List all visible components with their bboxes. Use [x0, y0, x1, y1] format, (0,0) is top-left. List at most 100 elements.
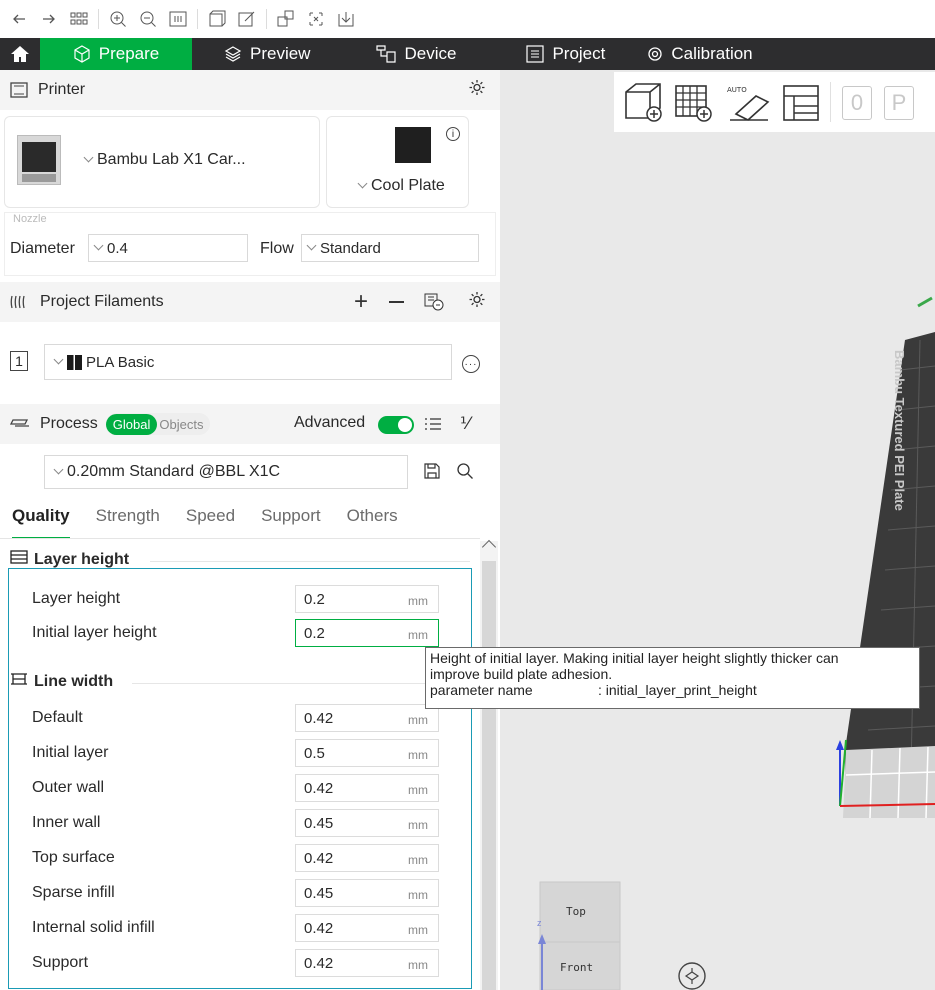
- filaments-section-title: Project Filaments: [40, 293, 164, 310]
- more-options-icon[interactable]: ···: [462, 355, 480, 373]
- arrange-layout-icon[interactable]: [778, 80, 824, 131]
- layers-icon: [224, 46, 242, 62]
- plate-p-button[interactable]: P: [884, 86, 914, 120]
- param-input[interactable]: 0.42 mm: [295, 949, 439, 977]
- advanced-switch[interactable]: [378, 416, 414, 434]
- param-unit: mm: [408, 628, 428, 642]
- scope-toggle[interactable]: Global Objects: [105, 413, 211, 435]
- add-filament-icon[interactable]: +: [354, 288, 368, 316]
- toolbar-divider: [98, 9, 99, 29]
- zoom-out-icon[interactable]: [137, 8, 159, 30]
- param-input[interactable]: 0.5 mm: [295, 739, 439, 767]
- scope-global[interactable]: Global: [105, 413, 158, 435]
- tab-prepare[interactable]: Prepare: [40, 38, 192, 70]
- tab-speed[interactable]: Speed: [186, 500, 235, 535]
- plate-zero-button[interactable]: 0: [842, 86, 872, 120]
- param-input[interactable]: 0.45 mm: [295, 879, 439, 907]
- toolbar-divider: [266, 9, 267, 29]
- tab-calibration[interactable]: Calibration: [633, 38, 766, 70]
- save-preset-icon[interactable]: [424, 463, 440, 484]
- arrow-right-icon[interactable]: [38, 8, 60, 30]
- param-unit: mm: [408, 853, 428, 867]
- tab-others[interactable]: Others: [347, 500, 398, 535]
- printer-settings-gear-icon[interactable]: [468, 79, 486, 102]
- printer-name-dropdown[interactable]: Bambu Lab X1 Car...: [83, 151, 246, 169]
- filament-sync-icon[interactable]: [424, 293, 444, 316]
- tab-support[interactable]: Support: [261, 500, 321, 535]
- tooltip-param-value: : initial_layer_print_height: [598, 682, 757, 698]
- printer-select-card[interactable]: Bambu Lab X1 Car...: [4, 116, 320, 208]
- arrange-icon[interactable]: [275, 8, 297, 30]
- param-row-layer-height: Layer height 0.2 mm: [32, 584, 442, 614]
- param-value: 0.45: [304, 884, 334, 902]
- param-input[interactable]: 0.42 mm: [295, 914, 439, 942]
- filament-index-badge[interactable]: 1: [10, 351, 28, 371]
- param-unit: mm: [408, 958, 428, 972]
- filament-settings-gear-icon[interactable]: [468, 291, 486, 314]
- fit-view-icon[interactable]: [167, 8, 189, 30]
- param-row-inner-wall: Inner wall 0.45 mm: [32, 808, 442, 838]
- compare-icon[interactable]: ⅟: [460, 414, 470, 434]
- process-section-header: Process Global Objects Advanced ⅟: [0, 404, 500, 444]
- param-label: Initial layer: [32, 744, 109, 761]
- plate-edge-marker: [917, 296, 933, 308]
- process-preset-dropdown[interactable]: 0.20mm Standard @BBL X1C: [44, 455, 408, 489]
- tooltip-param-label: parameter name: [430, 682, 533, 698]
- group-divider: [150, 561, 470, 562]
- view-cube-z-label: z: [537, 918, 542, 928]
- view-cube-top-label[interactable]: Top: [566, 905, 586, 918]
- plate-select-card[interactable]: i Cool Plate: [326, 116, 469, 208]
- param-input[interactable]: 0.42 mm: [295, 704, 439, 732]
- param-input[interactable]: 0.42 mm: [295, 774, 439, 802]
- arrow-left-icon[interactable]: [8, 8, 30, 30]
- filament-name: PLA Basic: [86, 353, 155, 371]
- tab-device[interactable]: Device: [362, 38, 470, 70]
- param-value: 0.42: [304, 709, 334, 727]
- view-cube-front-label[interactable]: Front: [560, 961, 593, 974]
- param-label: Sparse infill: [32, 884, 115, 901]
- param-label: Top surface: [32, 849, 115, 866]
- orient-icon[interactable]: [305, 8, 327, 30]
- list-view-icon[interactable]: [424, 416, 442, 437]
- param-value: 0.42: [304, 919, 334, 937]
- download-icon[interactable]: [335, 8, 357, 30]
- tab-quality[interactable]: Quality: [12, 500, 70, 539]
- tab-prepare-label: Prepare: [98, 44, 160, 63]
- param-input[interactable]: 0.45 mm: [295, 809, 439, 837]
- flow-dropdown[interactable]: Standard: [301, 234, 479, 262]
- toolbar-divider: [197, 9, 198, 29]
- grid-icon[interactable]: [68, 8, 90, 30]
- process-section-title: Process: [40, 415, 98, 432]
- add-object-icon[interactable]: [620, 80, 666, 131]
- tab-strength[interactable]: Strength: [96, 500, 160, 535]
- auto-orient-icon[interactable]: AUTO: [726, 80, 772, 131]
- tab-project[interactable]: Project: [512, 38, 619, 70]
- param-input[interactable]: 0.42 mm: [295, 844, 439, 872]
- filament-dropdown[interactable]: PLA Basic: [44, 344, 452, 380]
- object-icon[interactable]: [206, 8, 228, 30]
- tab-calibration-label: Calibration: [671, 44, 753, 63]
- diameter-dropdown[interactable]: 0.4: [88, 234, 248, 262]
- chevron-down-icon: [306, 240, 317, 250]
- parameter-tooltip: Height of initial layer. Making initial …: [425, 647, 920, 709]
- edit-icon[interactable]: [236, 8, 258, 30]
- param-unit: mm: [408, 594, 428, 608]
- plate-type-dropdown[interactable]: Cool Plate: [357, 177, 445, 195]
- info-icon[interactable]: i: [446, 127, 460, 141]
- settings-scrollbar-thumb[interactable]: [482, 561, 496, 990]
- 3d-viewport[interactable]: Bambu Textured PEI Plate Top Front z: [500, 70, 935, 990]
- home-icon[interactable]: [0, 38, 40, 70]
- advanced-label: Advanced: [294, 414, 366, 431]
- remove-filament-icon[interactable]: [389, 301, 404, 303]
- add-plate-icon[interactable]: [670, 80, 716, 131]
- plate-thumbnail: [395, 127, 431, 163]
- param-input[interactable]: 0.2 mm: [295, 619, 439, 647]
- svg-text:AUTO: AUTO: [727, 86, 747, 94]
- param-input[interactable]: 0.2 mm: [295, 585, 439, 613]
- tab-preview[interactable]: Preview: [210, 38, 324, 70]
- printer-section-header: Printer: [0, 70, 500, 110]
- zoom-in-icon[interactable]: [107, 8, 129, 30]
- chevron-down-icon: [53, 354, 64, 364]
- scope-objects[interactable]: Objects: [157, 417, 210, 432]
- search-icon[interactable]: [456, 462, 474, 485]
